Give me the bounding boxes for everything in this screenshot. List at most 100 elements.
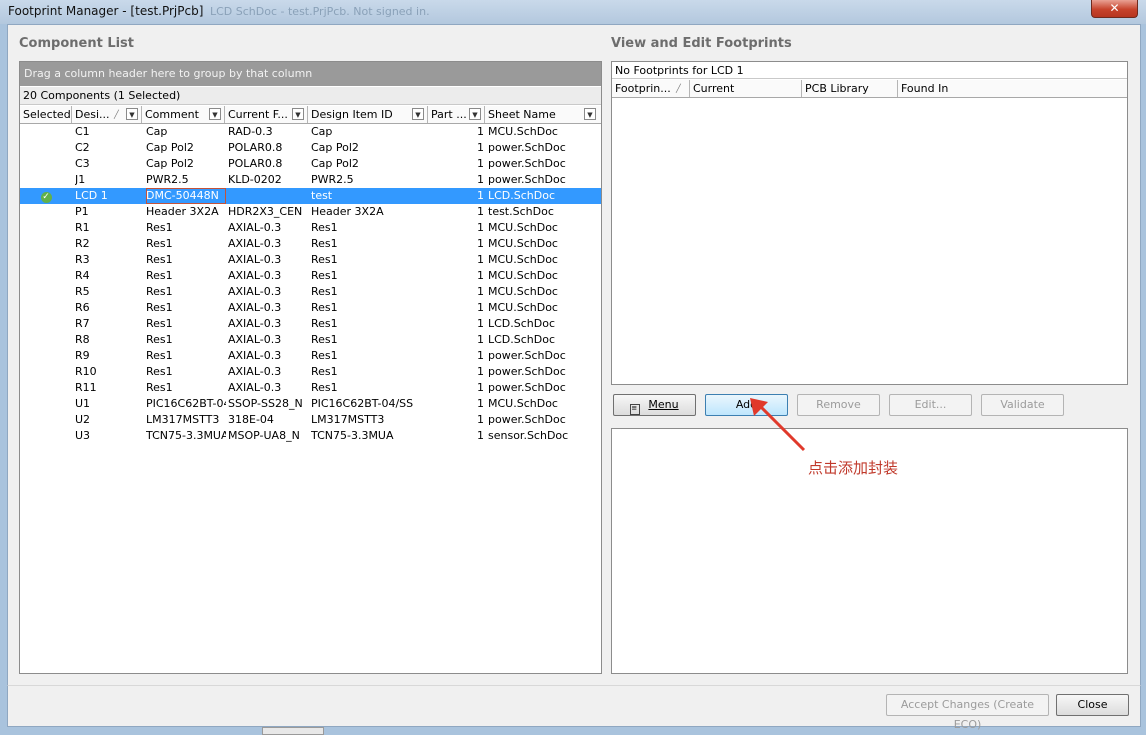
- column-header-design-item-id[interactable]: Design Item ID ▼: [308, 106, 428, 123]
- footprint-column-header: Footprin... ╱ Current PCB Library Found …: [612, 80, 1127, 98]
- designator-cell: R2: [75, 237, 90, 250]
- sheet-name-cell: MCU.SchDoc: [488, 397, 558, 410]
- table-row[interactable]: P1 Header 3X2A HDR2X3_CEN Header 3X2A 1 test.…: [20, 204, 601, 220]
- close-icon: ✕: [1109, 1, 1120, 15]
- table-row[interactable]: R7 Res1 AXIAL-0.3 Res1 1 LCD.SchDoc: [20, 316, 601, 332]
- column-header-current[interactable]: Current: [690, 80, 802, 97]
- comment-cell: TCN75-3.3MUA: [146, 429, 226, 442]
- footprint-cell: [228, 188, 308, 204]
- title-bar: Footprint Manager - [test.PrjPcb] LCD Sc…: [0, 0, 1146, 24]
- part-cell: 1: [477, 317, 484, 330]
- sheet-name-cell: LCD.SchDoc: [488, 317, 556, 330]
- design-item-id-cell: Res1: [311, 381, 338, 394]
- part-cell: 1: [477, 349, 484, 362]
- selected-cell: [20, 172, 72, 188]
- column-header-footprint[interactable]: Footprin... ╱: [612, 80, 690, 97]
- validate-button[interactable]: Validate: [981, 394, 1064, 416]
- accept-changes-button[interactable]: Accept Changes (Create ECO): [886, 694, 1049, 731]
- menu-button[interactable]: ≡ Menu: [613, 394, 696, 416]
- table-row[interactable]: C2 Cap Pol2 POLAR0.8 Cap Pol2 1 power.SchDoc: [20, 140, 601, 156]
- comment-cell: Res1: [146, 317, 173, 330]
- footprint-status: No Footprints for LCD 1: [612, 62, 1127, 79]
- group-by-area[interactable]: Drag a column header here to group by th…: [20, 62, 601, 86]
- selected-cell: [20, 364, 72, 380]
- sheet-name-cell: sensor.SchDoc: [488, 429, 569, 442]
- part-cell: 1: [477, 253, 484, 266]
- table-row[interactable]: ✓ LCD 1 DMC-50448N test 1 LCD.SchDoc: [20, 188, 601, 204]
- part-cell: 1: [477, 413, 484, 426]
- filter-dropdown-icon[interactable]: ▼: [209, 108, 221, 120]
- filter-dropdown-icon[interactable]: ▼: [126, 108, 138, 120]
- sheet-name-cell: MCU.SchDoc: [488, 253, 558, 266]
- table-row[interactable]: R11 Res1 AXIAL-0.3 Res1 1 power.SchDoc: [20, 380, 601, 396]
- table-row[interactable]: R1 Res1 AXIAL-0.3 Res1 1 MCU.SchDoc: [20, 220, 601, 236]
- design-item-id-cell: TCN75-3.3MUA: [311, 429, 394, 442]
- filter-dropdown-icon[interactable]: ▼: [292, 108, 304, 120]
- designator-cell: R10: [75, 365, 97, 378]
- table-row[interactable]: R5 Res1 AXIAL-0.3 Res1 1 MCU.SchDoc: [20, 284, 601, 300]
- table-row[interactable]: C1 Cap RAD-0.3 Cap 1 MCU.SchDoc: [20, 124, 601, 140]
- column-header-comment[interactable]: Comment ▼: [142, 106, 225, 123]
- table-row[interactable]: R2 Res1 AXIAL-0.3 Res1 1 MCU.SchDoc: [20, 236, 601, 252]
- filter-dropdown-icon[interactable]: ▼: [469, 108, 481, 120]
- designator-cell: R5: [75, 285, 90, 298]
- part-cell: 1: [477, 189, 484, 202]
- designator-cell: R6: [75, 301, 90, 314]
- table-row[interactable]: R9 Res1 AXIAL-0.3 Res1 1 power.SchDoc: [20, 348, 601, 364]
- table-row[interactable]: U1 PIC16C62BT-04/SSOP-SS28_N PIC16C62BT-04…: [20, 396, 601, 412]
- footprint-cell: POLAR0.8: [228, 157, 283, 170]
- background-window-text: LCD SchDoc - test.PrjPcb. Not signed in.: [210, 5, 430, 18]
- column-header-designator[interactable]: Desi... ╱ ▼: [72, 106, 142, 123]
- scrollbar-thumb[interactable]: [262, 727, 324, 735]
- design-item-id-cell: Res1: [311, 285, 338, 298]
- comment-cell: Cap Pol2: [146, 141, 194, 154]
- designator-cell: LCD 1: [75, 189, 108, 202]
- footprint-cell: AXIAL-0.3: [228, 301, 282, 314]
- selected-cell: [20, 236, 72, 252]
- table-row[interactable]: R8 Res1 AXIAL-0.3 Res1 1 LCD.SchDoc: [20, 332, 601, 348]
- selected-cell: [20, 428, 72, 444]
- design-item-id-cell: Header 3X2A: [311, 205, 384, 218]
- designator-cell: R9: [75, 349, 90, 362]
- footprint-cell: AXIAL-0.3: [228, 317, 282, 330]
- comment-cell: PWR2.5: [146, 173, 189, 186]
- comment-cell: Header 3X2A: [146, 205, 219, 218]
- sheet-name-cell: power.SchDoc: [488, 141, 566, 154]
- design-item-id-cell: PWR2.5: [311, 173, 354, 186]
- table-row[interactable]: U3 TCN75-3.3MUA MSOP-UA8_N TCN75-3.3MUA 1 sen…: [20, 428, 601, 444]
- selected-cell: [20, 204, 72, 220]
- remove-button[interactable]: Remove: [797, 394, 880, 416]
- table-row[interactable]: R6 Res1 AXIAL-0.3 Res1 1 MCU.SchDoc: [20, 300, 601, 316]
- designator-cell: J1: [75, 173, 86, 186]
- column-header-pcb-library[interactable]: PCB Library: [802, 80, 898, 97]
- column-header-current-footprint[interactable]: Current F... ▼: [225, 106, 308, 123]
- edit-button[interactable]: Edit...: [889, 394, 972, 416]
- table-row[interactable]: C3 Cap Pol2 POLAR0.8 Cap Pol2 1 power.SchDoc: [20, 156, 601, 172]
- design-item-id-cell: Cap Pol2: [311, 141, 359, 154]
- design-item-id-cell: PIC16C62BT-04/SS: [311, 397, 414, 410]
- table-row[interactable]: R10 Res1 AXIAL-0.3 Res1 1 power.SchDoc: [20, 364, 601, 380]
- table-row[interactable]: J1 PWR2.5 KLD-0202 PWR2.5 1 power.SchDoc: [20, 172, 601, 188]
- comment-cell: Res1: [146, 349, 173, 362]
- footprint-grid: No Footprints for LCD 1 Footprin... ╱ Cu…: [611, 61, 1128, 385]
- table-row[interactable]: R3 Res1 AXIAL-0.3 Res1 1 MCU.SchDoc: [20, 252, 601, 268]
- column-header-part[interactable]: Part ... ▼: [428, 106, 485, 123]
- sheet-name-cell: power.SchDoc: [488, 349, 566, 362]
- design-item-id-cell: test: [311, 189, 333, 202]
- filter-dropdown-icon[interactable]: ▼: [412, 108, 424, 120]
- selected-cell: [20, 300, 72, 316]
- table-row[interactable]: R4 Res1 AXIAL-0.3 Res1 1 MCU.SchDoc: [20, 268, 601, 284]
- sheet-name-cell: MCU.SchDoc: [488, 285, 558, 298]
- column-header-sheet-name[interactable]: Sheet Name ▼: [485, 106, 601, 123]
- column-header-selected[interactable]: Selected: [20, 106, 72, 123]
- window-close-button[interactable]: ✕: [1091, 0, 1138, 18]
- column-header-found-in[interactable]: Found In: [898, 80, 1127, 97]
- table-row[interactable]: U2 LM317MSTT3 318E-04 LM317MSTT3 1 power.SchD…: [20, 412, 601, 428]
- annotation-arrow: [750, 398, 806, 452]
- filter-dropdown-icon[interactable]: ▼: [584, 108, 596, 120]
- close-button[interactable]: Close: [1056, 694, 1129, 716]
- footprint-manager-dialog: Component List Drag a column header here…: [7, 24, 1141, 687]
- part-cell: 1: [477, 173, 484, 186]
- sheet-name-cell: power.SchDoc: [488, 157, 566, 170]
- designator-cell: U2: [75, 413, 91, 426]
